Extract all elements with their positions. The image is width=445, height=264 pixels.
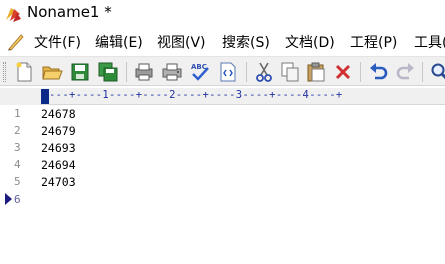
quill-icon [8,34,24,51]
html-preview-button[interactable] [216,60,240,84]
menu-view[interactable]: 视图(V) [157,32,206,52]
toolbar-separator [422,62,423,82]
editor-area[interactable]: ---+----1----+----2----+----3----+----4-… [0,88,445,264]
open-button[interactable] [40,60,64,84]
menu-edit[interactable]: 编辑(E) [95,32,143,52]
print-icon [162,63,182,81]
menu-search[interactable]: 搜索(S) [222,32,270,52]
line-number: 1 [14,107,21,120]
ruler-marks: ---+----1----+----2----+----3----+----4-… [49,89,343,101]
current-line-arrow-icon [5,193,12,205]
menu-bar: 文件(F) 编辑(E) 视图(V) 搜索(S) 文档(D) 工程(P) 工具( [0,28,445,54]
app-logo-icon [6,8,21,22]
column-ruler: ---+----1----+----2----+----3----+----4-… [40,88,445,105]
new-file-icon [16,62,32,82]
cut-icon [256,62,272,82]
line-number: 6 [14,193,21,206]
line-number: 5 [14,175,21,188]
print-button[interactable] [160,60,184,84]
toolbar: ABC [0,56,445,86]
menu-file[interactable]: 文件(F) [34,32,81,52]
text-line[interactable]: 24678 [41,107,76,121]
spell-check-button[interactable]: ABC [188,60,212,84]
redo-button[interactable] [394,60,418,84]
text-content[interactable]: 24678 24679 24693 24694 24703 [41,105,445,264]
undo-icon [370,63,388,80]
text-line[interactable]: 24703 [41,175,76,189]
menu-project[interactable]: 工程(P) [350,32,397,52]
delete-icon [335,64,351,80]
line-number: 4 [14,158,21,171]
toolbar-separator [360,62,361,82]
toolbar-grip[interactable] [3,62,6,82]
save-all-button[interactable] [96,60,120,84]
line-number-gutter: 1 2 3 4 5 6 [0,105,30,264]
save-icon [71,63,89,81]
menu-document[interactable]: 文档(D) [285,32,335,52]
cut-button[interactable] [252,60,276,84]
copy-icon [281,62,299,82]
line-number: 2 [14,124,21,137]
redo-icon [396,63,414,80]
text-line[interactable]: 24694 [41,158,76,172]
ruler-caret-marker [41,89,49,104]
spell-check-icon: ABC [191,63,209,81]
title-bar: Noname1 * [0,0,445,28]
gutter-header [0,88,40,105]
toolbar-separator [246,62,247,82]
text-line[interactable]: 24679 [41,124,76,138]
paste-button[interactable] [304,60,328,84]
text-line[interactable]: 24693 [41,141,76,155]
paste-icon [307,62,325,82]
toolbar-separator [126,62,127,82]
print-preview-button[interactable] [132,60,156,84]
find-icon [431,63,445,80]
menu-tools[interactable]: 工具( [414,32,445,52]
copy-button[interactable] [278,60,302,84]
print-preview-icon [135,63,153,81]
open-folder-icon [42,66,63,80]
find-button[interactable] [428,60,445,84]
line-number: 3 [14,141,21,154]
save-button[interactable] [68,60,92,84]
window-title: Noname1 * [27,3,112,21]
undo-button[interactable] [366,60,390,84]
svg-text:ABC: ABC [191,63,207,71]
new-file-button[interactable] [12,60,36,84]
delete-button[interactable] [331,60,355,84]
html-preview-icon [220,62,236,82]
save-all-icon [98,62,118,82]
